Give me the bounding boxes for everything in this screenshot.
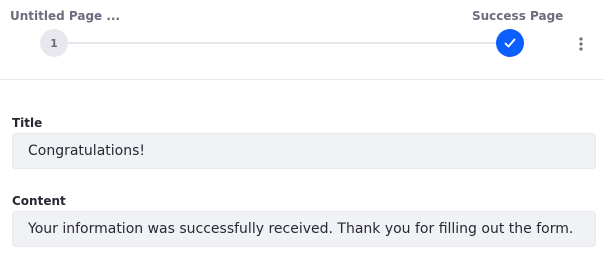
stepper-track [54,42,510,44]
kebab-menu-icon [579,37,583,51]
title-field: Title Congratulations! [12,116,596,169]
form-page-stepper: Untitled Page ... Success Page 1 [0,0,603,80]
content-field-label: Content [12,194,66,208]
content-field: Content Your information was successfull… [12,194,596,247]
check-icon [504,38,516,48]
step-success-indicator[interactable] [496,29,524,57]
step-label-success-page[interactable]: Success Page [472,9,563,23]
step-1-indicator[interactable]: 1 [40,29,68,57]
step-1-number: 1 [50,36,58,50]
title-input[interactable]: Congratulations! [12,133,596,169]
page-options-menu-button[interactable] [572,34,590,54]
content-input[interactable]: Your information was successfully receiv… [12,211,596,247]
title-field-label: Title [12,116,43,130]
step-label-untitled-page[interactable]: Untitled Page ... [10,9,120,23]
